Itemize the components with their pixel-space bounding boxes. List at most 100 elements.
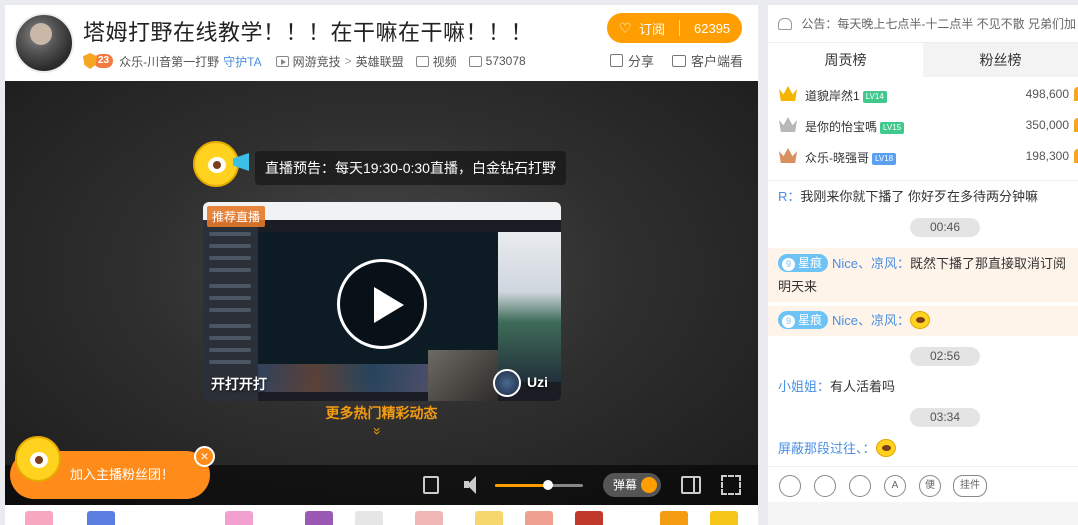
bell-icon xyxy=(778,18,792,30)
font-icon[interactable]: A xyxy=(884,475,906,497)
recommended-stream-card[interactable]: 推荐直播 开打开打 Uzi xyxy=(203,202,561,401)
play-icon[interactable] xyxy=(337,259,427,349)
card-streamer-avatar[interactable] xyxy=(493,369,521,397)
tab-fans[interactable]: 粉丝榜 xyxy=(923,43,1078,77)
fullscreen-icon[interactable] xyxy=(721,475,741,495)
volume-knob[interactable] xyxy=(543,480,553,490)
rank-tabs: 周贡榜 粉丝榜 xyxy=(768,43,1078,77)
recommend-tag: 推荐直播 xyxy=(207,206,266,227)
note-icon[interactable]: 便 xyxy=(919,475,941,497)
client-icon xyxy=(672,54,686,67)
chat-user[interactable]: Nice、凉风： xyxy=(832,256,910,271)
mascot-icon xyxy=(193,141,249,187)
category-link[interactable]: 网游竞技 xyxy=(293,53,341,70)
mascot-emoji-icon xyxy=(910,311,931,329)
chat-user[interactable]: 屏蔽那段过往、： xyxy=(778,441,876,456)
rank-row[interactable]: 是你的怡宝嗎 LV15 350,000 xyxy=(768,110,1078,141)
chat-text: 我刚来你就下播了 你好歹在多待两分钟嘛 xyxy=(800,189,1039,204)
close-icon[interactable]: × xyxy=(194,446,215,467)
game-link[interactable]: 英雄联盟 xyxy=(356,53,404,70)
gift-icon[interactable] xyxy=(575,511,603,525)
rank-user[interactable]: 众乐-晓强哥 LV18 xyxy=(805,149,897,166)
subscribe-count: 62395 xyxy=(694,20,731,36)
fan-club-popup[interactable]: 加入主播粉丝团！ × xyxy=(5,426,225,505)
card-left-label: 开打开打 xyxy=(211,376,267,392)
gift-icon[interactable] xyxy=(525,511,553,525)
share-button[interactable]: 分享 xyxy=(610,51,654,70)
client-button[interactable]: 客户端看 xyxy=(672,51,743,70)
volume-fill xyxy=(495,484,548,487)
gift-icon[interactable] xyxy=(25,511,53,525)
video-player[interactable]: 直播预告：每天19:30-0:30直播，白金钻石打野 推荐直播 开打开打 Uzi… xyxy=(5,81,758,505)
fan-badge: 9 星痕 xyxy=(778,254,829,272)
stream-notice: 直播预告：每天19:30-0:30直播，白金钻石打野 xyxy=(255,151,566,185)
flame-icon xyxy=(1074,149,1078,163)
danmu-label: 弹幕 xyxy=(613,478,638,492)
puzzle-icon[interactable] xyxy=(849,475,871,497)
danmu-toggle[interactable]: 弹幕 xyxy=(603,473,661,497)
right-panel: 公告：每天晚上七点半-十二点半 不见不散 兄弟们加 周贡榜 粉丝榜 道貌岸然1 L… xyxy=(768,5,1078,525)
video-link[interactable]: 视频 xyxy=(433,53,457,70)
rank-user[interactable]: 是你的怡宝嗎 LV15 xyxy=(805,118,905,135)
subscribe-label: 订阅 xyxy=(639,21,666,37)
toggle-knob-icon xyxy=(641,477,657,493)
rank-row[interactable]: 道貌岸然1 LV14 498,600 xyxy=(768,79,1078,110)
chat-message: R：我刚来你就下播了 你好歹在多待两分钟嘛 xyxy=(778,185,1073,208)
shield-icon xyxy=(83,53,97,69)
gift-icon[interactable] xyxy=(710,511,738,525)
chat-message: 9 星痕 Nice、凉风：既然下播了那直接取消订阅明天来 xyxy=(768,248,1078,302)
chat-timestamp: 03:34 xyxy=(910,408,980,427)
room-id: 573078 xyxy=(485,54,526,68)
pendant-button[interactable]: 挂件 xyxy=(953,475,987,497)
fan-level-badge: 23 xyxy=(83,53,114,69)
chat-text: 有人活着吗 xyxy=(830,379,896,394)
gift-icon[interactable] xyxy=(475,511,503,525)
streamer-name[interactable]: 众乐-川音第一打野 xyxy=(119,53,219,70)
emoji-icon[interactable] xyxy=(779,475,801,497)
subscribe-button[interactable]: ♡ 订阅 62395 xyxy=(607,13,742,43)
chat-user[interactable]: Nice、凉风： xyxy=(832,313,910,328)
flame-icon xyxy=(1074,118,1078,132)
chat-user[interactable]: 小姐姐： xyxy=(778,379,830,394)
room-id-icon xyxy=(468,55,482,67)
volume-icon[interactable] xyxy=(463,475,483,495)
chat-message: 屏蔽那段过往、： xyxy=(778,437,1073,460)
crown-icon xyxy=(779,117,797,132)
chat-timestamp: 02:56 xyxy=(910,347,980,366)
chat-list[interactable]: R：我刚来你就下播了 你好歹在多待两分钟嘛 00:46 9 星痕 Nice、凉风：既… xyxy=(768,180,1078,462)
layout-icon[interactable] xyxy=(681,476,701,494)
guard-link[interactable]: 守护TA xyxy=(223,53,261,70)
chevron-down-icon[interactable]: » xyxy=(370,427,386,435)
share-label: 分享 xyxy=(628,54,655,69)
crown-icon xyxy=(779,148,797,163)
chat-user[interactable]: R： xyxy=(778,189,800,204)
level-badge: LV18 xyxy=(872,153,897,165)
heart-icon: ♡ xyxy=(619,20,632,36)
stream-meta: 23 众乐-川音第一打野 守护TA 网游竞技 > 英雄联盟 视频 573078 xyxy=(83,51,526,71)
breadcrumb-separator: > xyxy=(344,54,352,68)
rank-score: 198,300 xyxy=(1025,149,1069,163)
gift-icon[interactable] xyxy=(355,511,383,525)
rank-row[interactable]: 众乐-晓强哥 LV18 198,300 xyxy=(768,141,1078,172)
flame-icon xyxy=(1074,87,1078,101)
gift-icon[interactable] xyxy=(415,511,443,525)
more-hot-link[interactable]: 更多热门精彩动态 xyxy=(5,403,758,423)
gift-icon[interactable] xyxy=(225,511,253,525)
tab-weekly[interactable]: 周贡榜 xyxy=(768,43,923,77)
video-icon xyxy=(415,55,429,67)
chat-input-area[interactable] xyxy=(768,502,1078,525)
rank-user[interactable]: 道貌岸然1 LV14 xyxy=(805,87,887,104)
chat-timestamp: 00:46 xyxy=(910,218,980,237)
edit-danmu-icon[interactable] xyxy=(423,476,439,494)
level-badge: LV14 xyxy=(862,91,887,103)
gift-icon[interactable] xyxy=(87,511,115,525)
rank-score: 498,600 xyxy=(1025,87,1069,101)
volume-slider[interactable] xyxy=(495,480,583,490)
level-badge: LV15 xyxy=(880,122,905,134)
gift-icon[interactable] xyxy=(660,511,688,525)
streamer-avatar[interactable] xyxy=(14,13,74,73)
gift-icon[interactable] xyxy=(305,511,333,525)
card-streamer-name[interactable]: Uzi xyxy=(527,374,548,390)
category-icon xyxy=(275,55,289,67)
palette-icon[interactable] xyxy=(814,475,836,497)
